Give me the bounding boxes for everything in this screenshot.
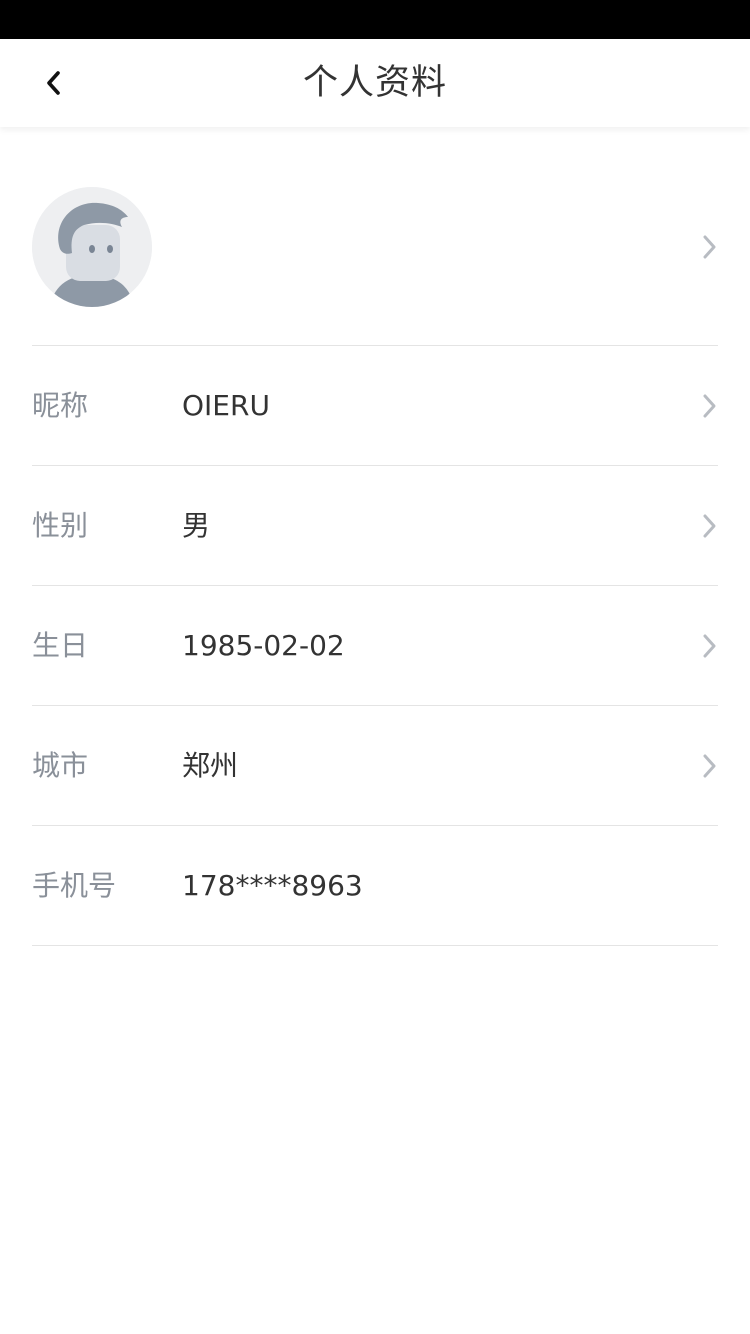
gender-value: 男 [182,509,211,542]
gender-row[interactable]: 性别 男 [32,466,718,586]
city-value: 郑州 [182,749,239,782]
page-title: 个人资料 [302,63,447,103]
chevron-right-icon [703,235,716,259]
birthday-row[interactable]: 生日 1985-02-02 [32,586,718,706]
phone-label: 手机号 [32,869,117,902]
gender-label: 性别 [32,509,89,542]
status-bar [0,0,750,39]
chevron-right-icon [703,514,716,538]
avatar[interactable] [32,187,152,307]
avatar-row[interactable] [32,127,718,346]
chevron-right-icon [703,754,716,778]
phone-row: 手机号 178****8963 [32,826,718,946]
nickname-label: 昵称 [32,389,89,422]
chevron-right-icon [703,394,716,418]
navigation-bar: 个人资料 [0,39,750,127]
city-row[interactable]: 城市 郑州 [32,706,718,826]
nickname-value: OIERU [182,389,270,422]
nickname-row[interactable]: 昵称 OIERU [32,346,718,466]
city-label: 城市 [32,749,89,782]
phone-value: 178****8963 [182,869,363,902]
default-user-avatar-icon [32,187,152,307]
birthday-label: 生日 [32,629,89,662]
birthday-value: 1985-02-02 [182,629,345,662]
chevron-right-icon [703,634,716,658]
